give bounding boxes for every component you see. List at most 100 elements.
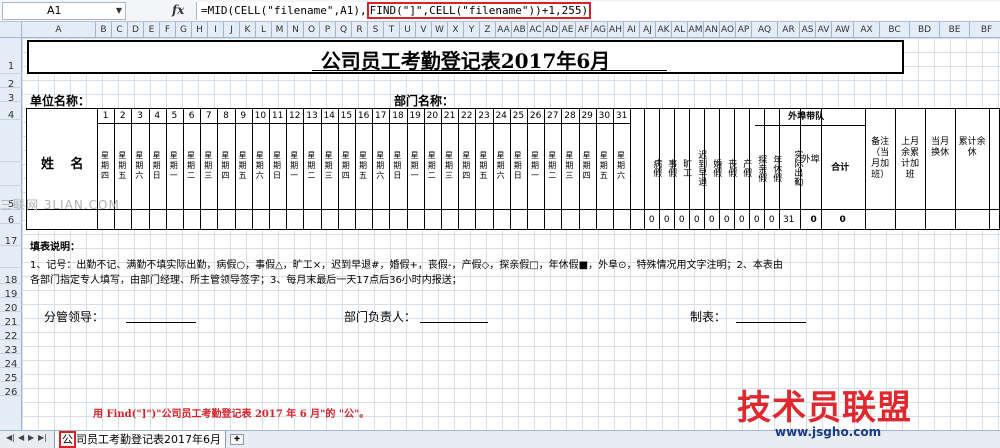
- column-header-be[interactable]: BE: [940, 22, 970, 38]
- row-header-18[interactable]: 18: [0, 268, 22, 286]
- column-header-b[interactable]: B: [96, 22, 112, 38]
- column-header-w[interactable]: W: [432, 22, 448, 38]
- table-gridline: [355, 109, 356, 229]
- total-value-cell[interactable]: 0: [835, 215, 850, 225]
- column-header-g[interactable]: G: [176, 22, 192, 38]
- table-gridline: [561, 109, 563, 229]
- column-header-j[interactable]: J: [224, 22, 240, 38]
- chevron-down-icon[interactable]: ▼: [116, 3, 122, 19]
- column-header-as[interactable]: AS: [800, 22, 816, 38]
- total-value-cell[interactable]: 31: [781, 215, 796, 225]
- column-header-ao[interactable]: AO: [720, 22, 736, 38]
- column-header-i[interactable]: I: [208, 22, 224, 38]
- total-value-cell[interactable]: 0: [719, 215, 734, 225]
- row-header-blank[interactable]: [0, 162, 22, 186]
- row-header-25[interactable]: 25: [0, 368, 22, 384]
- column-header-ae[interactable]: AE: [560, 22, 576, 38]
- column-headers: A B C D E F G H I J K L M N O P Q R S T U V W X Y Z AA AB AC AD AE AF AG…: [0, 22, 1000, 38]
- column-header-aj[interactable]: AJ: [640, 22, 656, 38]
- leave-type-header: 病假: [651, 159, 662, 177]
- row-header-19[interactable]: 19: [0, 284, 22, 300]
- first-sheet-icon[interactable]: ◀|: [6, 433, 15, 442]
- column-header-af[interactable]: AF: [576, 22, 592, 38]
- next-sheet-icon[interactable]: ▶: [28, 433, 34, 442]
- tab-sheet-1[interactable]: 公司员工考勤登记表2017年6月: [54, 431, 226, 448]
- column-header-aw[interactable]: AW: [832, 22, 854, 38]
- total-value-cell[interactable]: 0: [659, 215, 674, 225]
- row-header-24[interactable]: 24: [0, 354, 22, 370]
- column-header-a[interactable]: A: [22, 22, 96, 38]
- column-header-t[interactable]: T: [384, 22, 400, 38]
- function-icon[interactable]: fx: [172, 3, 184, 17]
- column-header-k[interactable]: K: [240, 22, 256, 38]
- column-header-bd[interactable]: BD: [910, 22, 940, 38]
- column-header-ai[interactable]: AI: [624, 22, 640, 38]
- column-header-ad[interactable]: AD: [544, 22, 560, 38]
- column-header-e[interactable]: E: [144, 22, 160, 38]
- column-header-h[interactable]: H: [192, 22, 208, 38]
- column-header-ap[interactable]: AP: [736, 22, 752, 38]
- column-header-o[interactable]: O: [304, 22, 320, 38]
- total-value-cell[interactable]: 0: [749, 215, 764, 225]
- row-header-21[interactable]: 21: [0, 312, 22, 328]
- total-value-cell[interactable]: 0: [764, 215, 779, 225]
- column-header-r[interactable]: R: [352, 22, 368, 38]
- column-header-c[interactable]: C: [112, 22, 128, 38]
- cell-grid[interactable]: [22, 38, 1000, 430]
- row-header-4[interactable]: 4: [0, 102, 22, 121]
- column-header-am[interactable]: AM: [688, 22, 704, 38]
- title-cell[interactable]: 公司员工考勤登记表2017年6月: [27, 40, 904, 74]
- formula-input[interactable]: =MID(CELL("filename",A1), FIND("]",CELL("…: [196, 2, 1000, 20]
- column-header-aa[interactable]: AA: [496, 22, 512, 38]
- total-value-cell[interactable]: 0: [674, 215, 689, 225]
- row-header-2[interactable]: 2: [0, 74, 22, 90]
- column-header-p[interactable]: P: [320, 22, 336, 38]
- column-header-z[interactable]: Z: [480, 22, 496, 38]
- row-header-17[interactable]: 17: [0, 224, 22, 247]
- leader-signature-label: 分管领导：: [44, 310, 105, 324]
- select-all-corner[interactable]: [0, 22, 22, 38]
- column-header-av[interactable]: AV: [816, 22, 832, 38]
- column-header-ac[interactable]: AC: [528, 22, 544, 38]
- column-header-x[interactable]: X: [448, 22, 464, 38]
- prev-sheet-icon[interactable]: ◀: [18, 433, 24, 442]
- watermark-brand: 技术员联盟: [737, 388, 912, 428]
- column-header-ar[interactable]: AR: [778, 22, 800, 38]
- column-header-f[interactable]: F: [160, 22, 176, 38]
- column-header-aq[interactable]: AQ: [752, 22, 778, 38]
- column-header-ab[interactable]: AB: [512, 22, 528, 38]
- row-header-22[interactable]: 22: [0, 326, 22, 342]
- row-header-26[interactable]: 26: [0, 382, 22, 398]
- column-header-bf[interactable]: BF: [970, 22, 1000, 38]
- column-header-al[interactable]: AL: [672, 22, 688, 38]
- name-box[interactable]: A1 ▼: [2, 2, 126, 20]
- column-header-ah[interactable]: AH: [608, 22, 624, 38]
- row-header-3[interactable]: 3: [0, 88, 22, 104]
- total-value-cell[interactable]: 0: [689, 215, 704, 225]
- total-value-cell[interactable]: 0: [704, 215, 719, 225]
- column-header-v[interactable]: V: [416, 22, 432, 38]
- column-header-u[interactable]: U: [400, 22, 416, 38]
- row-header-23[interactable]: 23: [0, 340, 22, 356]
- column-header-d[interactable]: D: [128, 22, 144, 38]
- column-header-l[interactable]: L: [256, 22, 272, 38]
- column-header-ag[interactable]: AG: [592, 22, 608, 38]
- column-header-ak[interactable]: AK: [656, 22, 672, 38]
- total-value-cell[interactable]: 0: [806, 215, 821, 225]
- total-value-cell[interactable]: 0: [734, 215, 749, 225]
- column-header-s[interactable]: S: [368, 22, 384, 38]
- row-header-20[interactable]: 20: [0, 298, 22, 314]
- column-header-y[interactable]: Y: [464, 22, 480, 38]
- new-sheet-icon[interactable]: ✚: [230, 434, 244, 445]
- row-header-blank[interactable]: [0, 246, 22, 268]
- row-header-blank[interactable]: [0, 120, 22, 162]
- last-sheet-icon[interactable]: ▶|: [38, 433, 47, 442]
- total-value-cell[interactable]: 0: [644, 215, 659, 225]
- column-header-n[interactable]: N: [288, 22, 304, 38]
- column-header-q[interactable]: Q: [336, 22, 352, 38]
- row-header-1[interactable]: 1: [0, 38, 22, 74]
- column-header-an[interactable]: AN: [704, 22, 720, 38]
- column-header-m[interactable]: M: [272, 22, 288, 38]
- column-header-bc[interactable]: BC: [880, 22, 910, 38]
- column-header-ax[interactable]: AX: [854, 22, 880, 38]
